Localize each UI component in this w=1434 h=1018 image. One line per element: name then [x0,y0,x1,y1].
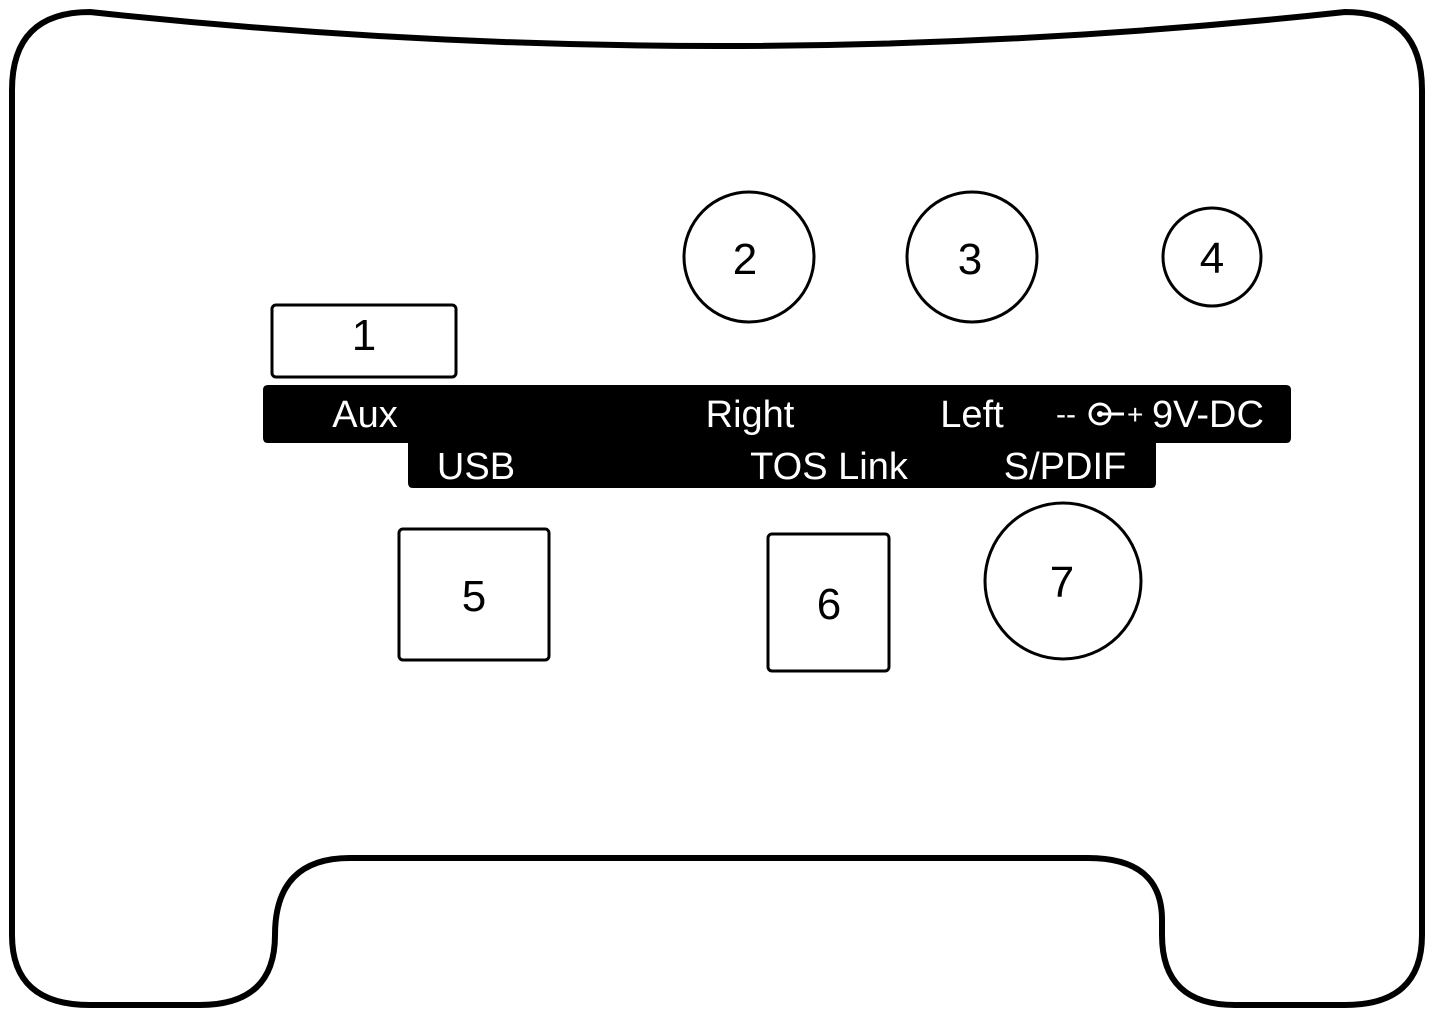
tos-port-number: 6 [817,580,841,629]
left-port-number: 3 [958,235,982,284]
right-label: Right [706,394,795,436]
dc-port-number: 4 [1200,234,1224,283]
rear-panel-svg: 1 2 3 4 5 6 7 Aux Right Left -- + 9V-DC … [9,9,1425,1008]
left-label: Left [940,394,1004,436]
right-port-number: 2 [733,235,757,284]
usb-port-number: 5 [462,572,486,621]
polarity-plus: + [1127,399,1143,430]
aux-label: Aux [332,394,397,436]
device-outline [9,9,1425,1008]
rear-panel-diagram: 1 2 3 4 5 6 7 Aux Right Left -- + 9V-DC … [0,0,1434,1013]
usb-label: USB [437,446,515,488]
aux-port-number: 1 [352,311,376,360]
polarity-minus: -- [1056,398,1076,431]
spdif-label: S/PDIF [1004,446,1126,488]
dc-label: 9V-DC [1152,394,1264,436]
tos-label: TOS Link [750,446,909,488]
spdif-port-number: 7 [1050,558,1074,607]
